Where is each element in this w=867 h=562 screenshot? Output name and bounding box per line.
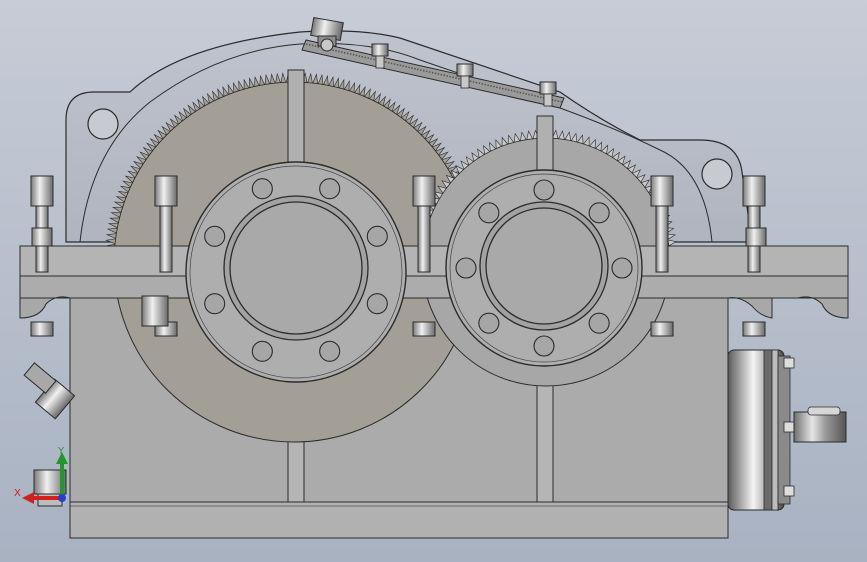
bolt-head[interactable] [30, 175, 54, 207]
cap-bolt[interactable] [366, 293, 388, 315]
shaft-key [807, 406, 841, 416]
bearing-cap-right[interactable] [445, 169, 643, 367]
cad-graphics-viewport[interactable]: Y X [0, 0, 867, 562]
bolt-head[interactable] [154, 175, 178, 207]
cap-bolt[interactable] [204, 225, 226, 247]
bolt-nut [650, 321, 674, 337]
cap-bolt[interactable] [366, 225, 388, 247]
cap-bolt[interactable] [478, 312, 500, 334]
lifting-lug-hole-left [87, 108, 119, 140]
cap-bolt[interactable] [319, 340, 341, 362]
output-shaft[interactable] [793, 411, 847, 443]
bolt-head[interactable] [650, 175, 674, 207]
bolt-head[interactable] [742, 175, 766, 207]
bolt-shank [159, 205, 173, 273]
cap-bolt[interactable] [588, 312, 610, 334]
cover-screw-shank [375, 55, 385, 69]
bolt-head[interactable] [412, 175, 436, 207]
cover-screw[interactable] [539, 81, 557, 95]
bolt-nut [742, 321, 766, 337]
lifting-lug-hole-right [701, 158, 733, 190]
flange-nut [31, 227, 53, 247]
cover-screw[interactable] [371, 43, 389, 57]
cover-screw-shank [460, 75, 470, 89]
bolt-nut [412, 321, 436, 337]
gearbox-model-view[interactable]: Y X [0, 0, 867, 562]
bolt-nut [30, 321, 54, 337]
cover-screw-shank [543, 93, 553, 107]
x-axis-label: X [14, 488, 21, 499]
bearing-cap-left[interactable] [185, 161, 407, 383]
cap-bolt[interactable] [611, 257, 633, 279]
upper-rib-left [287, 69, 305, 171]
cap-bolt[interactable] [588, 202, 610, 224]
cover-screw[interactable] [456, 63, 474, 77]
oil-level-plug[interactable] [23, 362, 76, 420]
dowel-pin [141, 295, 169, 327]
cap-bolt[interactable] [455, 257, 477, 279]
z-axis-dot [58, 494, 66, 502]
output-shaft-assembly[interactable] [727, 349, 847, 511]
cap-bolt[interactable] [251, 178, 273, 200]
cap-bolt[interactable] [533, 179, 555, 201]
upper-rib-right [536, 115, 554, 177]
flange-nut [745, 227, 767, 247]
y-axis-label: Y [57, 446, 65, 457]
cap-bolt[interactable] [319, 178, 341, 200]
cap-bolt[interactable] [251, 340, 273, 362]
bolt-shank [417, 205, 431, 273]
cap-bolt[interactable] [533, 335, 555, 357]
cap-bolt[interactable] [478, 202, 500, 224]
cap-bolt[interactable] [204, 293, 226, 315]
bolt-shank [655, 205, 669, 273]
